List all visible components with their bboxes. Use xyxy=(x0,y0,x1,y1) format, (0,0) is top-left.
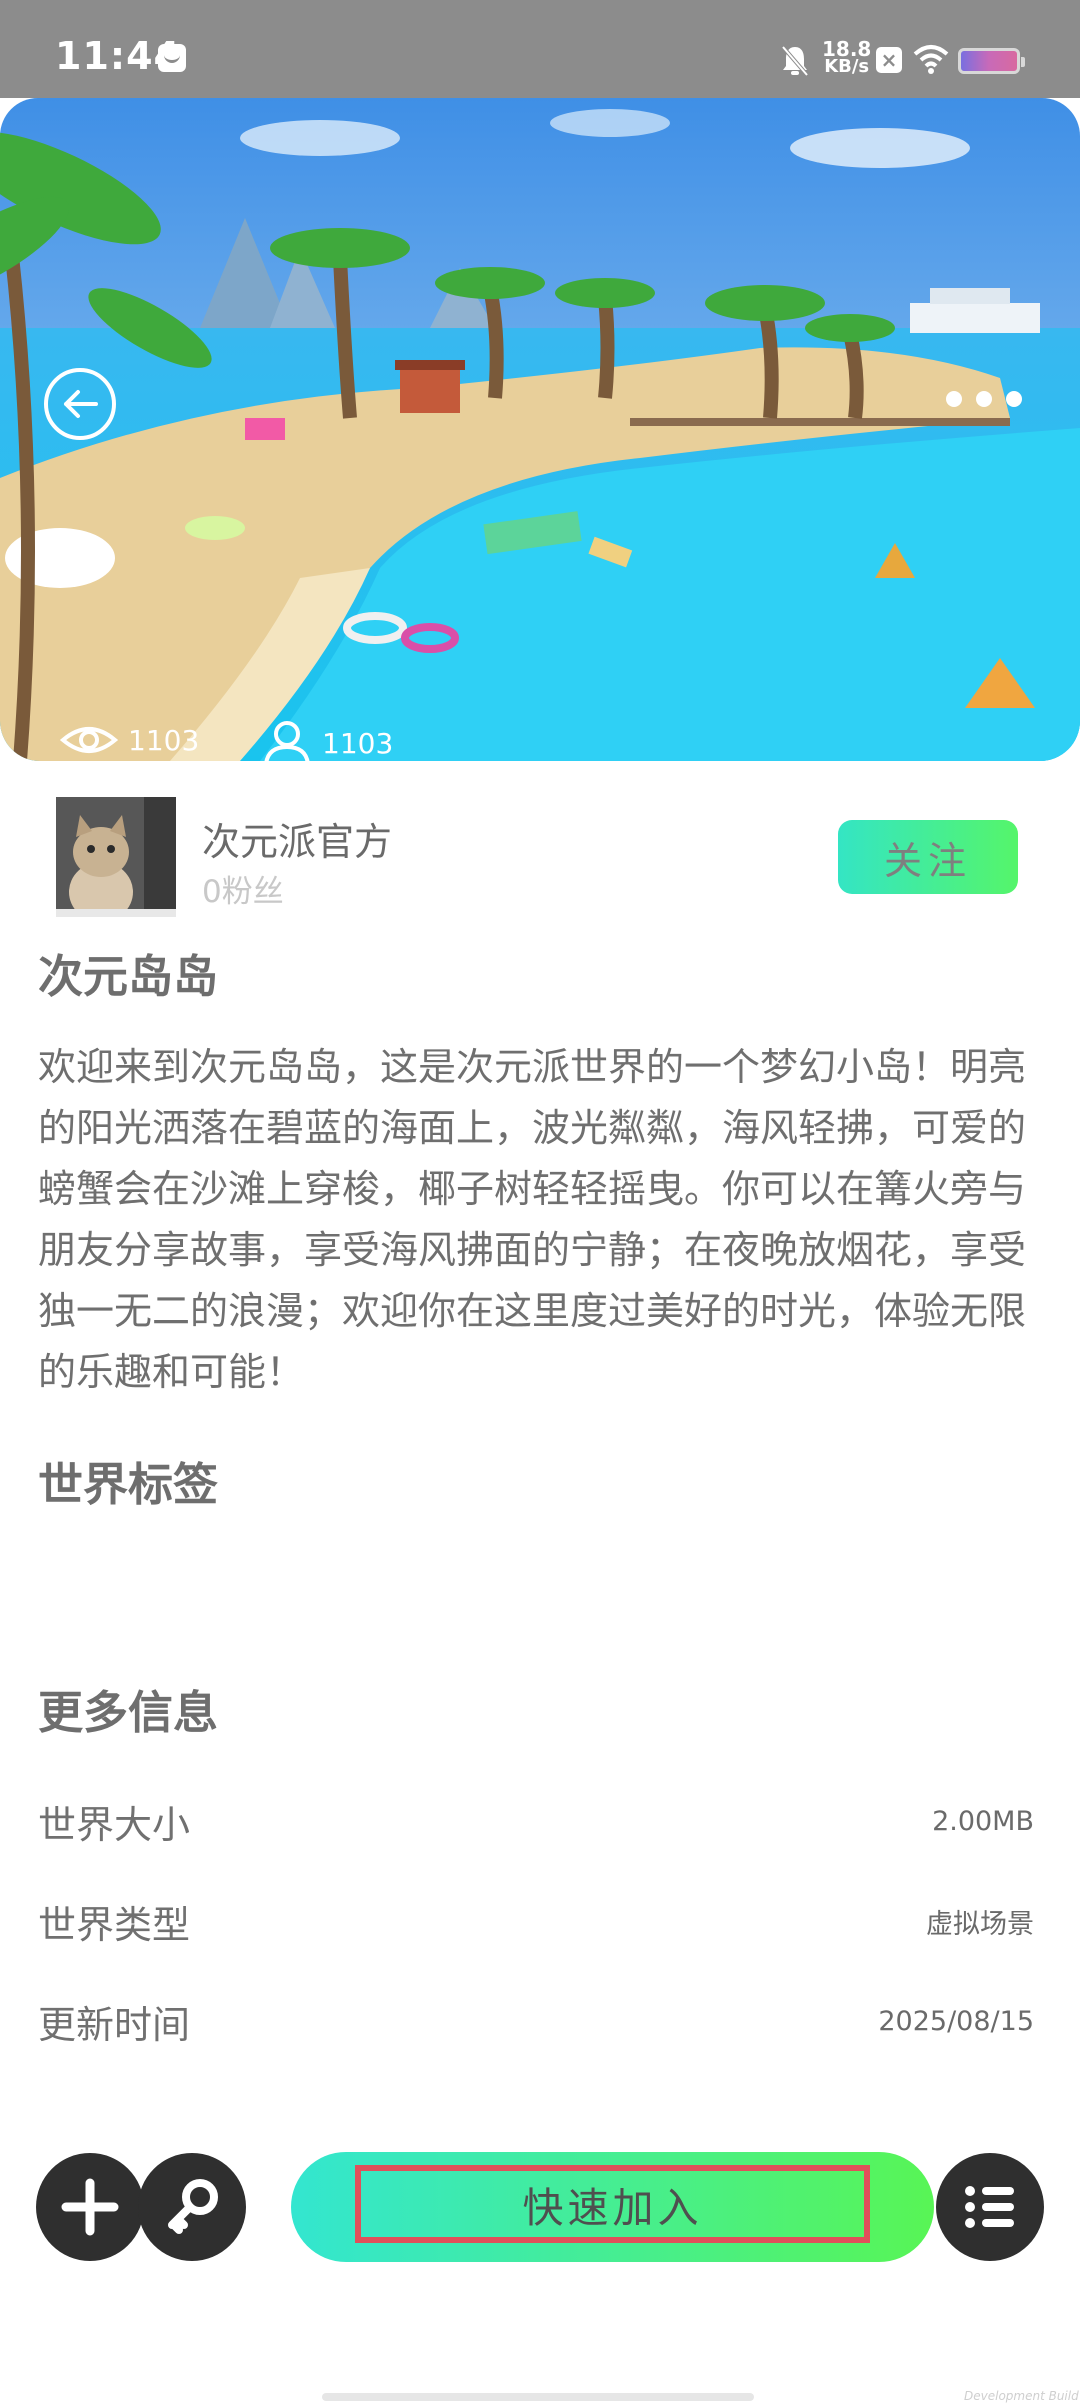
info-key: 更新时间 xyxy=(38,2003,191,2047)
home-indicator[interactable] xyxy=(322,2393,754,2401)
key-icon xyxy=(168,2179,218,2234)
island-scene-illustration xyxy=(0,98,1080,761)
quick-join-button[interactable]: 快速加入 xyxy=(355,2165,870,2243)
cat-avatar-image xyxy=(56,797,176,917)
info-key: 世界大小 xyxy=(38,1803,191,1847)
more-info-title: 更多信息 xyxy=(38,1686,219,1739)
eye-icon xyxy=(60,727,118,753)
wifi-icon xyxy=(913,45,949,74)
world-title: 次元岛岛 xyxy=(38,950,219,1003)
author-fans-count: 0粉丝 xyxy=(202,874,284,910)
menu-button[interactable] xyxy=(936,2153,1044,2261)
info-row-type: 世界类型 虚拟场景 xyxy=(38,1894,1034,1949)
author-avatar[interactable] xyxy=(56,797,176,917)
views-stat: 1103 xyxy=(60,720,199,760)
tags-section-title: 世界标签 xyxy=(38,1458,219,1511)
back-arrow-icon xyxy=(64,390,98,418)
watermark-text: Development Build xyxy=(964,2389,1079,2403)
back-button[interactable] xyxy=(44,368,116,440)
author-name[interactable]: 次元派官方 xyxy=(202,811,392,866)
add-button[interactable] xyxy=(36,2153,144,2261)
more-dots-icon[interactable] xyxy=(946,391,1022,407)
message-icon xyxy=(158,44,186,72)
players-count: 1103 xyxy=(322,726,394,760)
menu-list-icon xyxy=(965,2186,1014,2228)
views-count: 1103 xyxy=(128,723,200,757)
info-value: 2.00MB xyxy=(932,1806,1034,1837)
plus-icon xyxy=(61,2178,119,2236)
info-key: 世界类型 xyxy=(38,1903,191,1947)
info-value: 虚拟场景 xyxy=(926,1909,1034,1940)
info-row-size: 世界大小 2.00MB xyxy=(38,1794,1034,1849)
bell-muted-icon xyxy=(781,45,809,77)
info-value: 2025/08/15 xyxy=(878,2006,1034,2037)
close-box-icon: × xyxy=(876,47,902,73)
status-bar: 11:44 18.8 KB/s × xyxy=(0,0,1080,98)
network-speed-unit: KB/s xyxy=(824,56,870,77)
battery-icon xyxy=(958,48,1025,74)
world-cover-image xyxy=(0,98,1080,761)
follow-button[interactable]: 关注 xyxy=(838,820,1018,894)
info-row-updated: 更新时间 2025/08/15 xyxy=(38,1994,1034,2049)
network-speed: 18.8 KB/s xyxy=(822,39,871,77)
quick-join-container: 快速加入 xyxy=(291,2152,934,2262)
world-description: 欢迎来到次元岛岛，这是次元派世界的一个梦幻小岛！明亮的阳光洒落在碧蓝的海面上，波… xyxy=(38,1045,1027,1394)
key-button[interactable] xyxy=(138,2153,246,2261)
person-icon xyxy=(264,721,310,765)
players-stat: 1103 xyxy=(262,720,393,766)
